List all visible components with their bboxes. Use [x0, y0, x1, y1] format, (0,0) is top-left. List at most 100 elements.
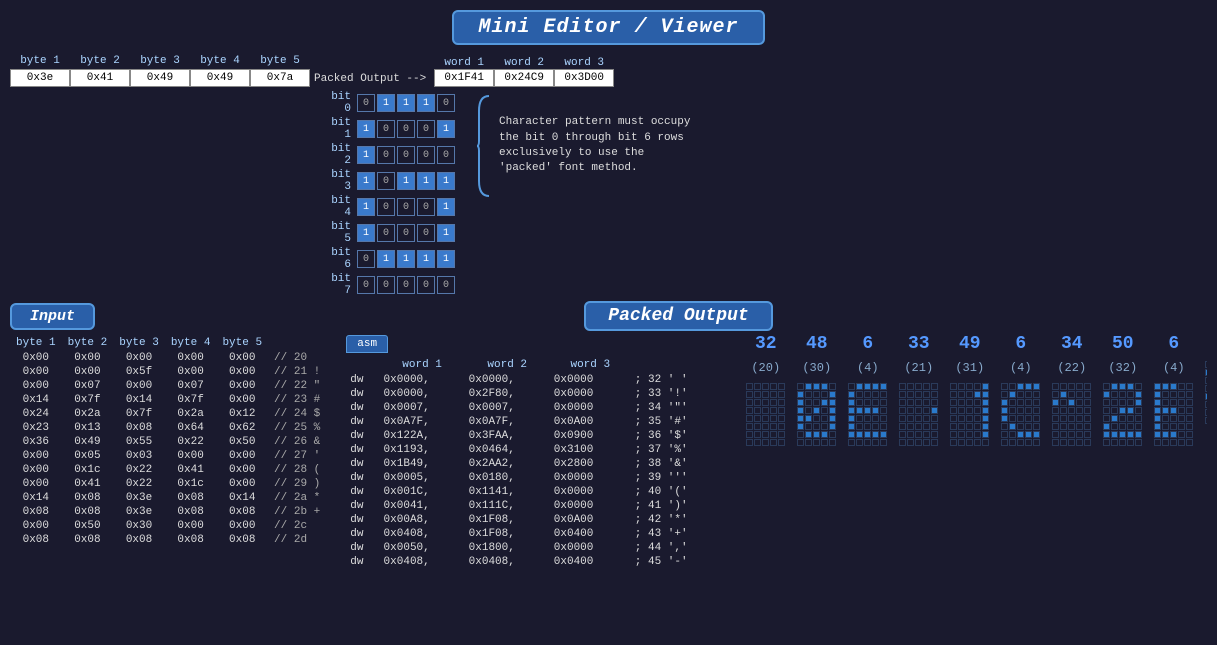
top-header-row: byte 1byte 2byte 3byte 4byte 5 0x3e0x410…: [0, 51, 1217, 89]
pixel-1-0-0: [797, 383, 804, 390]
bit-cell-3-0[interactable]: 1: [357, 172, 375, 190]
pixel-8-2-4: [1186, 399, 1193, 406]
bit-cell-2-3[interactable]: 0: [417, 146, 435, 164]
bit-row-label-7: bit 7: [320, 273, 355, 297]
word-labels-row: word 1word 2word 3: [434, 57, 614, 69]
char-number-6: 34: [1061, 335, 1083, 353]
bit-cell-7-2[interactable]: 0: [397, 276, 415, 294]
input-cell-8-1: 0x1c: [62, 463, 114, 477]
pixel-2-4-3: [872, 415, 879, 422]
bit-cell-0-2[interactable]: 1: [397, 94, 415, 112]
pixel-1-4-3: [821, 415, 828, 422]
input-cell-3-3: 0x7f: [165, 393, 217, 407]
app-title: Mini Editor / Viewer: [452, 10, 764, 45]
bit-cell-4-0[interactable]: 1: [357, 198, 375, 216]
bit-cell-1-2[interactable]: 0: [397, 120, 415, 138]
pixel-6-0-0: [1052, 383, 1059, 390]
output-row-12: dw0x0050,0x1800,0x0000; 44 ',': [346, 541, 726, 555]
output-cell-13-1: 0x0408,: [380, 555, 465, 569]
input-cell-3-1: 0x7f: [62, 393, 114, 407]
pixel-0-1-0: [746, 391, 753, 398]
pixel-5-2-0: [1001, 399, 1008, 406]
pixel-2-4-0: [848, 415, 855, 422]
pixel-2-0-0: [848, 383, 855, 390]
input-cell-2-2: 0x00: [113, 379, 165, 393]
output-cell-9-0: dw: [346, 499, 379, 513]
bit-cell-1-4[interactable]: 1: [437, 120, 455, 138]
input-cell-12-1: 0x50: [62, 519, 114, 533]
pixel-2-5-0: [848, 423, 855, 430]
bit-cell-7-0[interactable]: 0: [357, 276, 375, 294]
output-cell-0-3: 0x0000: [550, 373, 631, 387]
input-cell-13-3: 0x08: [165, 533, 217, 547]
bit-cell-3-4[interactable]: 1: [437, 172, 455, 190]
char-pixel-grid-3: [899, 383, 938, 446]
bit-cell-5-1[interactable]: 0: [377, 224, 395, 242]
input-row-5: 0x230x130x080x640x62// 25 %: [10, 421, 326, 435]
pixel-5-6-1: [1009, 431, 1016, 438]
bit-cell-2-2[interactable]: 0: [397, 146, 415, 164]
output-cell-3-0: dw: [346, 415, 379, 429]
input-cell-3-5: // 23 #: [268, 393, 326, 407]
bit-cell-6-0[interactable]: 0: [357, 250, 375, 268]
bit-cell-2-4[interactable]: 0: [437, 146, 455, 164]
pixel-6-1-1: [1060, 391, 1067, 398]
bit-cell-6-4[interactable]: 1: [437, 250, 455, 268]
bit-cell-1-1[interactable]: 0: [377, 120, 395, 138]
bit-cell-7-4[interactable]: 0: [437, 276, 455, 294]
input-cell-4-0: 0x24: [10, 407, 62, 421]
pixel-8-0-3: [1178, 383, 1185, 390]
bit-cell-5-2[interactable]: 0: [397, 224, 415, 242]
bit-cell-2-1[interactable]: 0: [377, 146, 395, 164]
bit-cell-4-1[interactable]: 0: [377, 198, 395, 216]
bit-cell-7-3[interactable]: 0: [417, 276, 435, 294]
pixel-4-4-0: [950, 415, 957, 422]
input-cell-8-3: 0x41: [165, 463, 217, 477]
pixel-8-7-0: [1154, 439, 1161, 446]
input-row-7: 0x000x050x030x000x00// 27 ': [10, 449, 326, 463]
bit-cell-1-3[interactable]: 0: [417, 120, 435, 138]
bit-cell-6-3[interactable]: 1: [417, 250, 435, 268]
bit-cell-5-3[interactable]: 0: [417, 224, 435, 242]
bit-cell-4-4[interactable]: 1: [437, 198, 455, 216]
asm-tab[interactable]: asm: [346, 335, 388, 353]
pixel-0-5-1: [754, 423, 761, 430]
char-number-3: 33: [908, 335, 930, 353]
bit-cell-0-4[interactable]: 0: [437, 94, 455, 112]
bit-cell-7-1[interactable]: 0: [377, 276, 395, 294]
bit-cell-2-0[interactable]: 1: [357, 146, 375, 164]
pixel-0-2-2: [762, 399, 769, 406]
pixel-7-1-3: [1127, 391, 1134, 398]
byte-labels-row: byte 1byte 2byte 3byte 4byte 5: [10, 53, 310, 69]
input-cell-11-2: 0x3e: [113, 505, 165, 519]
bit-cell-5-4[interactable]: 1: [437, 224, 455, 242]
bit-cell-6-1[interactable]: 1: [377, 250, 395, 268]
input-cell-0-5: // 20: [268, 351, 326, 365]
input-cell-2-0: 0x00: [10, 379, 62, 393]
pixel-2-5-2: [864, 423, 871, 430]
input-label-wrapper: Input: [10, 303, 140, 330]
bit-cell-1-0[interactable]: 1: [357, 120, 375, 138]
input-row-12: 0x000x500x300x000x00// 2c: [10, 519, 326, 533]
pixel-2-2-0: [848, 399, 855, 406]
bit-cell-4-2[interactable]: 0: [397, 198, 415, 216]
bit-cell-0-3[interactable]: 1: [417, 94, 435, 112]
output-row-1: dw0x0000,0x2F80,0x0000; 33 '!': [346, 387, 726, 401]
bit-cell-0-1[interactable]: 1: [377, 94, 395, 112]
bit-cell-3-3[interactable]: 1: [417, 172, 435, 190]
bit-cell-3-2[interactable]: 1: [397, 172, 415, 190]
pixel-2-7-3: [872, 439, 879, 446]
pixel-3-5-4: [931, 423, 938, 430]
bit-cell-3-1[interactable]: 0: [377, 172, 395, 190]
pixel-2-3-0: [848, 407, 855, 414]
pixel-0-4-2: [762, 415, 769, 422]
bit-cell-0-0[interactable]: 0: [357, 94, 375, 112]
pixel-0-3-2: [762, 407, 769, 414]
bit-cell-4-3[interactable]: 0: [417, 198, 435, 216]
bit-cell-6-2[interactable]: 1: [397, 250, 415, 268]
input-col-header-5: [268, 335, 326, 351]
output-cell-1-2: 0x2F80,: [465, 387, 550, 401]
pixel-7-4-0: [1103, 415, 1110, 422]
bit-cell-5-0[interactable]: 1: [357, 224, 375, 242]
pixel-3-7-3: [923, 439, 930, 446]
